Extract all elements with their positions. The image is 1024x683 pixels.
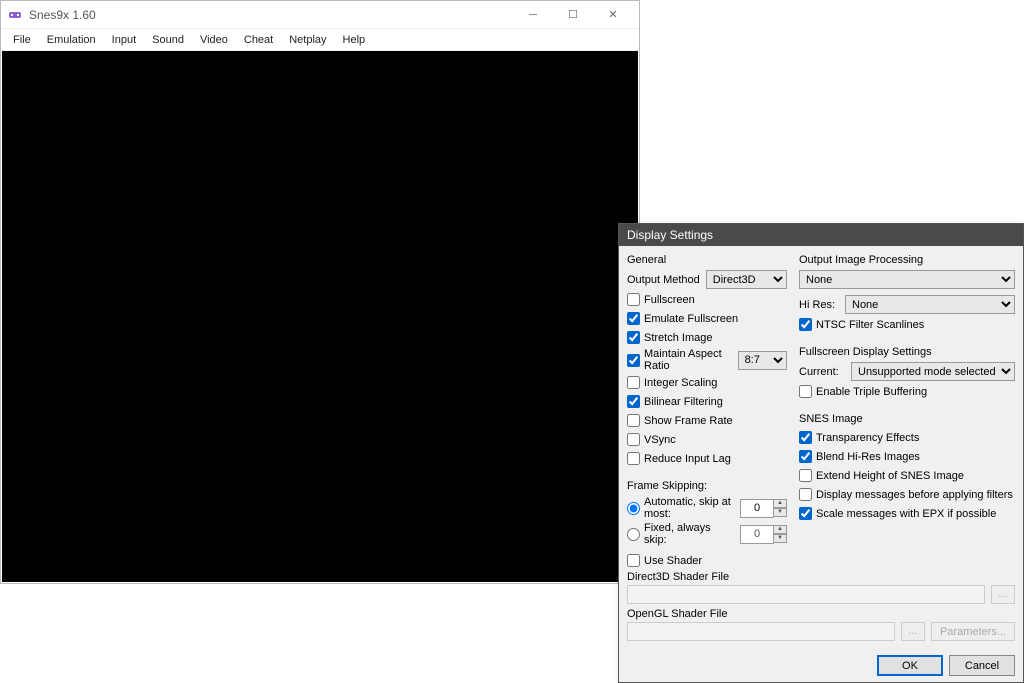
use-shader-label: Use Shader xyxy=(644,555,702,567)
blend-hires-label: Blend Hi-Res Images xyxy=(816,451,920,463)
scale-epx-checkbox[interactable] xyxy=(799,507,812,520)
bilinear-label: Bilinear Filtering xyxy=(644,396,723,408)
window-title: Snes9x 1.60 xyxy=(29,8,513,22)
minimize-button[interactable]: ─ xyxy=(513,3,553,27)
menu-input[interactable]: Input xyxy=(104,32,144,48)
maintain-aspect-label: Maintain Aspect Ratio xyxy=(644,348,730,372)
cancel-button[interactable]: Cancel xyxy=(949,655,1015,676)
ogl-shader-field[interactable] xyxy=(627,622,895,641)
bilinear-checkbox[interactable] xyxy=(627,395,640,408)
stretch-image-checkbox[interactable] xyxy=(627,331,640,344)
display-settings-dialog: Display Settings General Output Method D… xyxy=(618,223,1024,683)
menu-help[interactable]: Help xyxy=(335,32,374,48)
general-section: General Output Method Direct3D Fullscree… xyxy=(627,252,787,546)
app-icon xyxy=(7,7,23,23)
hires-select[interactable]: None xyxy=(845,295,1015,314)
ogl-browse-button[interactable]: ... xyxy=(901,622,925,641)
frameskip-auto-value[interactable] xyxy=(740,499,774,518)
d3d-shader-field[interactable] xyxy=(627,585,985,604)
fullscreen-label: Fullscreen xyxy=(644,294,695,306)
section-label-fullscreen-display: Fullscreen Display Settings xyxy=(799,346,1015,358)
reduce-input-lag-checkbox[interactable] xyxy=(627,452,640,465)
frameskip-fixed-label: Fixed, always skip: xyxy=(644,522,736,546)
section-label-output-processing: Output Image Processing xyxy=(799,254,1015,266)
triple-buffering-label: Enable Triple Buffering xyxy=(816,386,927,398)
show-framerate-checkbox[interactable] xyxy=(627,414,640,427)
display-before-filters-checkbox[interactable] xyxy=(799,488,812,501)
show-framerate-label: Show Frame Rate xyxy=(644,415,733,427)
close-button[interactable]: ✕ xyxy=(593,3,633,27)
ntsc-scanlines-checkbox[interactable] xyxy=(799,318,812,331)
ntsc-scanlines-label: NTSC Filter Scanlines xyxy=(816,319,924,331)
ogl-shader-label: OpenGL Shader File xyxy=(627,608,1015,620)
frameskip-fixed-radio[interactable] xyxy=(627,528,640,541)
output-processing-select[interactable]: None xyxy=(799,270,1015,289)
section-label-snes-image: SNES Image xyxy=(799,413,1015,425)
scale-epx-label: Scale messages with EPX if possible xyxy=(816,508,996,520)
emulator-window: Snes9x 1.60 ─ ☐ ✕ File Emulation Input S… xyxy=(0,0,640,584)
triple-buffering-checkbox[interactable] xyxy=(799,385,812,398)
output-method-label: Output Method xyxy=(627,274,700,286)
stretch-image-label: Stretch Image xyxy=(644,332,712,344)
blend-hires-checkbox[interactable] xyxy=(799,450,812,463)
menu-emulation[interactable]: Emulation xyxy=(39,32,104,48)
display-before-filters-label: Display messages before applying filters xyxy=(816,489,1013,501)
hires-label: Hi Res: xyxy=(799,299,839,311)
vsync-label: VSync xyxy=(644,434,676,446)
spin-up-icon[interactable]: ▲ xyxy=(773,499,787,508)
frameskip-fixed-value[interactable] xyxy=(740,525,774,544)
menu-cheat[interactable]: Cheat xyxy=(236,32,281,48)
extend-height-checkbox[interactable] xyxy=(799,469,812,482)
emulate-fullscreen-checkbox[interactable] xyxy=(627,312,640,325)
section-label-frame-skipping: Frame Skipping: xyxy=(627,480,787,492)
reduce-input-lag-label: Reduce Input Lag xyxy=(644,453,731,465)
frameskip-auto-radio[interactable] xyxy=(627,502,640,515)
output-method-select[interactable]: Direct3D xyxy=(706,270,787,289)
ok-button[interactable]: OK xyxy=(877,655,943,676)
transparency-label: Transparency Effects xyxy=(816,432,919,444)
menu-video[interactable]: Video xyxy=(192,32,236,48)
parameters-button[interactable]: Parameters... xyxy=(931,622,1015,641)
dialog-title: Display Settings xyxy=(619,224,1023,246)
menu-file[interactable]: File xyxy=(5,32,39,48)
emulator-viewport xyxy=(2,51,638,582)
use-shader-checkbox[interactable] xyxy=(627,554,640,567)
spin-up-icon[interactable]: ▲ xyxy=(773,525,787,534)
emulate-fullscreen-label: Emulate Fullscreen xyxy=(644,313,738,325)
current-mode-select[interactable]: Unsupported mode selected xyxy=(851,362,1015,381)
section-label-general: General xyxy=(627,254,787,266)
vsync-checkbox[interactable] xyxy=(627,433,640,446)
transparency-checkbox[interactable] xyxy=(799,431,812,444)
d3d-shader-label: Direct3D Shader File xyxy=(627,571,1015,583)
integer-scaling-checkbox[interactable] xyxy=(627,376,640,389)
extend-height-label: Extend Height of SNES Image xyxy=(816,470,964,482)
menu-sound[interactable]: Sound xyxy=(144,32,192,48)
integer-scaling-label: Integer Scaling xyxy=(644,377,717,389)
menubar: File Emulation Input Sound Video Cheat N… xyxy=(1,29,639,51)
maintain-aspect-checkbox[interactable] xyxy=(627,354,640,367)
fullscreen-checkbox[interactable] xyxy=(627,293,640,306)
current-mode-label: Current: xyxy=(799,366,845,378)
menu-netplay[interactable]: Netplay xyxy=(281,32,334,48)
frameskip-auto-label: Automatic, skip at most: xyxy=(644,496,736,520)
spin-down-icon[interactable]: ▼ xyxy=(773,534,787,543)
spin-down-icon[interactable]: ▼ xyxy=(773,508,787,517)
aspect-select[interactable]: 8:7 xyxy=(738,351,787,370)
right-column: Output Image Processing None Hi Res: Non… xyxy=(799,252,1015,546)
titlebar: Snes9x 1.60 ─ ☐ ✕ xyxy=(1,1,639,29)
d3d-browse-button[interactable]: ... xyxy=(991,585,1015,604)
maximize-button[interactable]: ☐ xyxy=(553,3,593,27)
